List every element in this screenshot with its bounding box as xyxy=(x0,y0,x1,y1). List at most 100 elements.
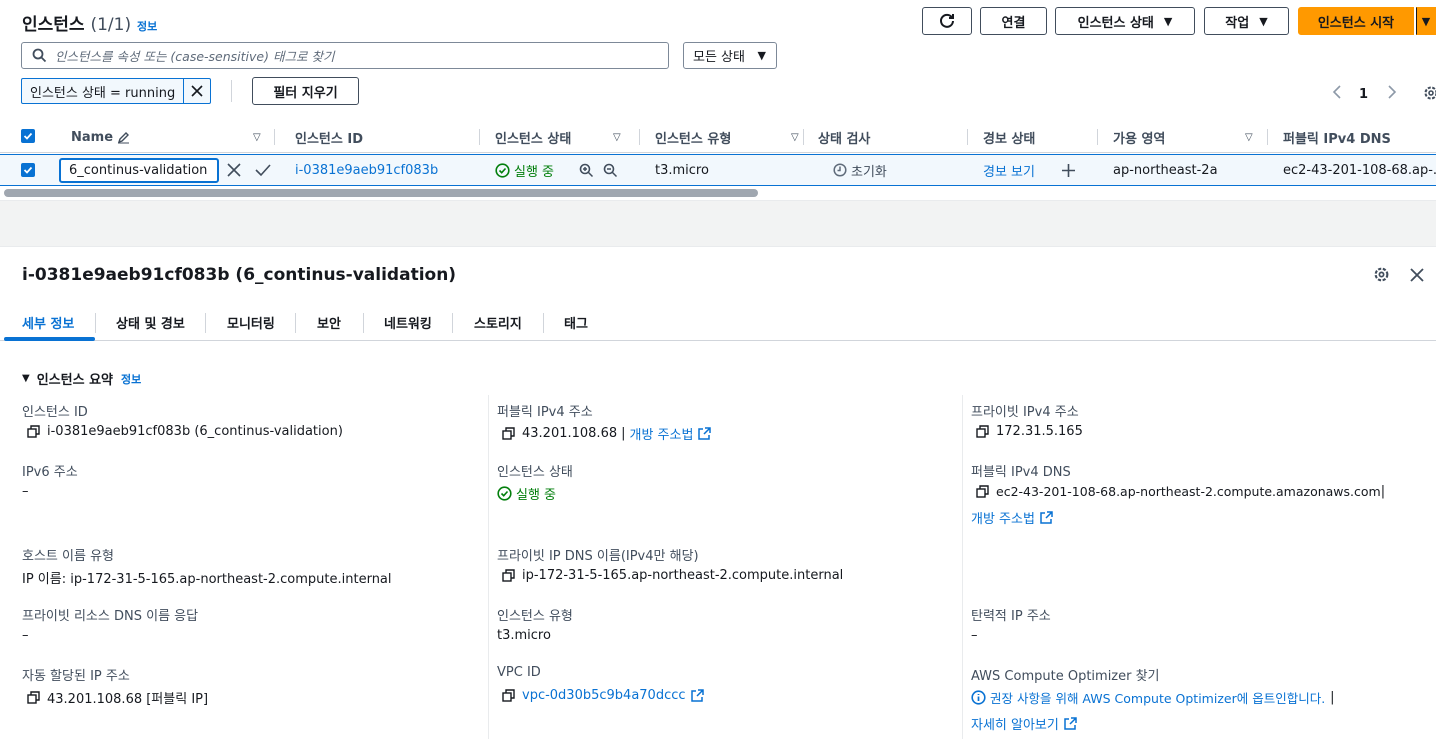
success-icon xyxy=(497,486,512,501)
page-number[interactable]: 1 xyxy=(1359,87,1368,102)
state-filter-select[interactable]: 모든 상태 ▼ xyxy=(683,42,777,69)
public-dns-open-link[interactable]: 개방 주소법 xyxy=(971,508,1060,527)
remove-filter-button[interactable] xyxy=(184,85,210,97)
confirm-edit-button[interactable] xyxy=(255,155,271,185)
copy-icon[interactable] xyxy=(502,427,515,440)
clear-filters-label: 필터 지우기 xyxy=(273,82,337,101)
name-edit-input[interactable]: 6_continus-validation xyxy=(59,158,219,183)
tab-security[interactable]: 보안 xyxy=(317,313,341,332)
search-icon xyxy=(32,48,47,63)
public-dns-value: ec2-43-201-108-68.ap-northeast-2.compute… xyxy=(976,484,1385,499)
actions-label: 작업 xyxy=(1225,12,1249,31)
tab-monitoring[interactable]: 모니터링 xyxy=(227,313,275,332)
clear-filters-button[interactable]: 필터 지우기 xyxy=(252,77,359,105)
filter-token-label: 인스턴스 상태 = running xyxy=(22,79,184,103)
private-dns-value: ip-172-31-5-165.ap-northeast-2.compute.i… xyxy=(502,568,843,583)
section-header[interactable]: ▼ 인스턴스 요약 정보 xyxy=(22,369,141,388)
type-label: 인스턴스 유형 xyxy=(497,605,573,624)
copy-icon[interactable] xyxy=(502,569,515,582)
copy-icon[interactable] xyxy=(27,425,40,438)
instance-id-label: 인스턴스 ID xyxy=(22,401,88,420)
horizontal-scrollbar[interactable] xyxy=(4,189,758,197)
tab-networking[interactable]: 네트워킹 xyxy=(384,313,432,332)
gear-icon xyxy=(1423,85,1436,101)
copy-icon[interactable] xyxy=(976,485,989,498)
connect-button[interactable]: 연결 xyxy=(980,7,1047,35)
copy-icon[interactable] xyxy=(976,425,989,438)
private-ip-text: 172.31.5.165 xyxy=(996,424,1083,439)
optimizer-opt-in-link[interactable]: 권장 사항을 위해 AWS Compute Optimizer에 옵트인합니다. xyxy=(990,688,1325,707)
column-instance-id[interactable]: 인스턴스 ID xyxy=(280,121,480,153)
info-link[interactable]: 정보 xyxy=(137,20,157,33)
external-link-icon xyxy=(1064,717,1077,730)
column-instance-state[interactable]: 인스턴스 상태 ▽ xyxy=(480,121,640,153)
private-dns-answer-value: – xyxy=(22,628,29,643)
close-icon xyxy=(191,85,203,97)
copy-icon[interactable] xyxy=(27,691,40,704)
refresh-button[interactable] xyxy=(922,7,972,35)
instance-state-text: 실행 중 xyxy=(514,161,554,180)
refresh-icon xyxy=(938,12,956,30)
learn-more-link[interactable]: 자세히 알아보기 xyxy=(971,714,1084,733)
view-alarms-link[interactable]: 경보 보기 xyxy=(983,155,1035,185)
open-address-link[interactable]: 개방 주소법 xyxy=(971,508,1035,527)
instance-id-link[interactable]: i-0381e9aeb91cf083b xyxy=(295,155,438,185)
column-name-label: Name xyxy=(71,130,113,145)
close-panel-button[interactable] xyxy=(1410,268,1424,286)
section-info-link[interactable]: 정보 xyxy=(121,371,141,387)
zoom-in-button[interactable] xyxy=(579,155,594,185)
clock-icon xyxy=(833,163,847,177)
learn-more-text[interactable]: 자세히 알아보기 xyxy=(971,714,1059,733)
tab-separator xyxy=(295,313,296,333)
state-value: 실행 중 xyxy=(497,484,556,503)
section-title: 인스턴스 요약 xyxy=(37,369,113,388)
instance-type-cell: t3.micro xyxy=(655,155,709,185)
gear-icon xyxy=(1373,266,1390,283)
cancel-edit-button[interactable] xyxy=(227,155,241,185)
launch-dropdown-button[interactable]: ▼ xyxy=(1416,7,1436,35)
instance-id-value: i-0381e9aeb91cf083b (6_continus-validati… xyxy=(27,424,343,439)
details-tabs: 세부 정보 상태 및 경보 모니터링 보안 네트워킹 스토리지 태그 xyxy=(0,301,1436,341)
row-checkbox[interactable] xyxy=(21,163,35,177)
select-all-checkbox[interactable] xyxy=(21,129,35,143)
auto-ip-value: 43.201.108.68 [퍼블릭 IP] xyxy=(27,688,208,707)
prev-page-button[interactable] xyxy=(1331,85,1343,103)
search-placeholder: 인스턴스를 속성 또는 (case-sensitive) 태그로 찾기 xyxy=(55,46,334,65)
details-title: i-0381e9aeb91cf083b (6_continus-validati… xyxy=(22,265,456,285)
column-instance-type[interactable]: 인스턴스 유형 ▽ xyxy=(640,121,804,153)
column-status-check[interactable]: 상태 검사 xyxy=(804,121,968,153)
column-alarm-status[interactable]: 경보 상태 xyxy=(968,121,1098,153)
hostname-type-value: IP 이름: ip-172-31-5-165.ap-northeast-2.co… xyxy=(22,568,392,587)
column-instance-id-label: 인스턴스 ID xyxy=(295,128,363,147)
sort-icon: ▽ xyxy=(791,132,799,143)
name-edit-value: 6_continus-validation xyxy=(69,163,207,178)
tab-separator xyxy=(95,313,96,333)
copy-icon[interactable] xyxy=(502,689,515,702)
next-page-button[interactable] xyxy=(1386,85,1398,103)
column-name[interactable]: Name ▽ xyxy=(55,121,275,153)
search-input[interactable]: 인스턴스를 속성 또는 (case-sensitive) 태그로 찾기 xyxy=(21,42,669,69)
add-alarm-button[interactable] xyxy=(1061,155,1076,185)
column-public-dns[interactable]: 퍼블릭 IPv4 DNS xyxy=(1268,121,1436,153)
success-icon xyxy=(495,163,510,178)
vpc-link[interactable]: vpc-0d30b5c9b4a70dccc xyxy=(522,688,686,703)
table-row[interactable]: 6_continus-validation i-0381e9aeb91cf083… xyxy=(0,154,1436,186)
tab-tags[interactable]: 태그 xyxy=(564,313,588,332)
split-divider[interactable] xyxy=(0,200,1436,248)
external-link-icon xyxy=(691,689,704,702)
open-address-link[interactable]: 개방 주소법 xyxy=(630,424,694,443)
tab-separator xyxy=(452,313,453,333)
sort-icon: ▽ xyxy=(1245,132,1253,143)
actions-button[interactable]: 작업▼ xyxy=(1204,7,1289,35)
instance-state-button[interactable]: 인스턴스 상태▼ xyxy=(1055,7,1195,35)
column-availability-zone[interactable]: 가용 영역 ▽ xyxy=(1098,121,1268,153)
tab-storage[interactable]: 스토리지 xyxy=(474,313,522,332)
tab-status-alarms[interactable]: 상태 및 경보 xyxy=(116,313,185,332)
tab-details[interactable]: 세부 정보 xyxy=(22,313,74,332)
check-icon xyxy=(23,165,33,175)
table-settings-button[interactable] xyxy=(1423,85,1436,105)
zoom-out-button[interactable] xyxy=(603,155,618,185)
column-public-dns-label: 퍼블릭 IPv4 DNS xyxy=(1283,128,1391,147)
panel-settings-button[interactable] xyxy=(1373,266,1390,287)
launch-instance-button[interactable]: 인스턴스 시작 xyxy=(1298,7,1414,35)
